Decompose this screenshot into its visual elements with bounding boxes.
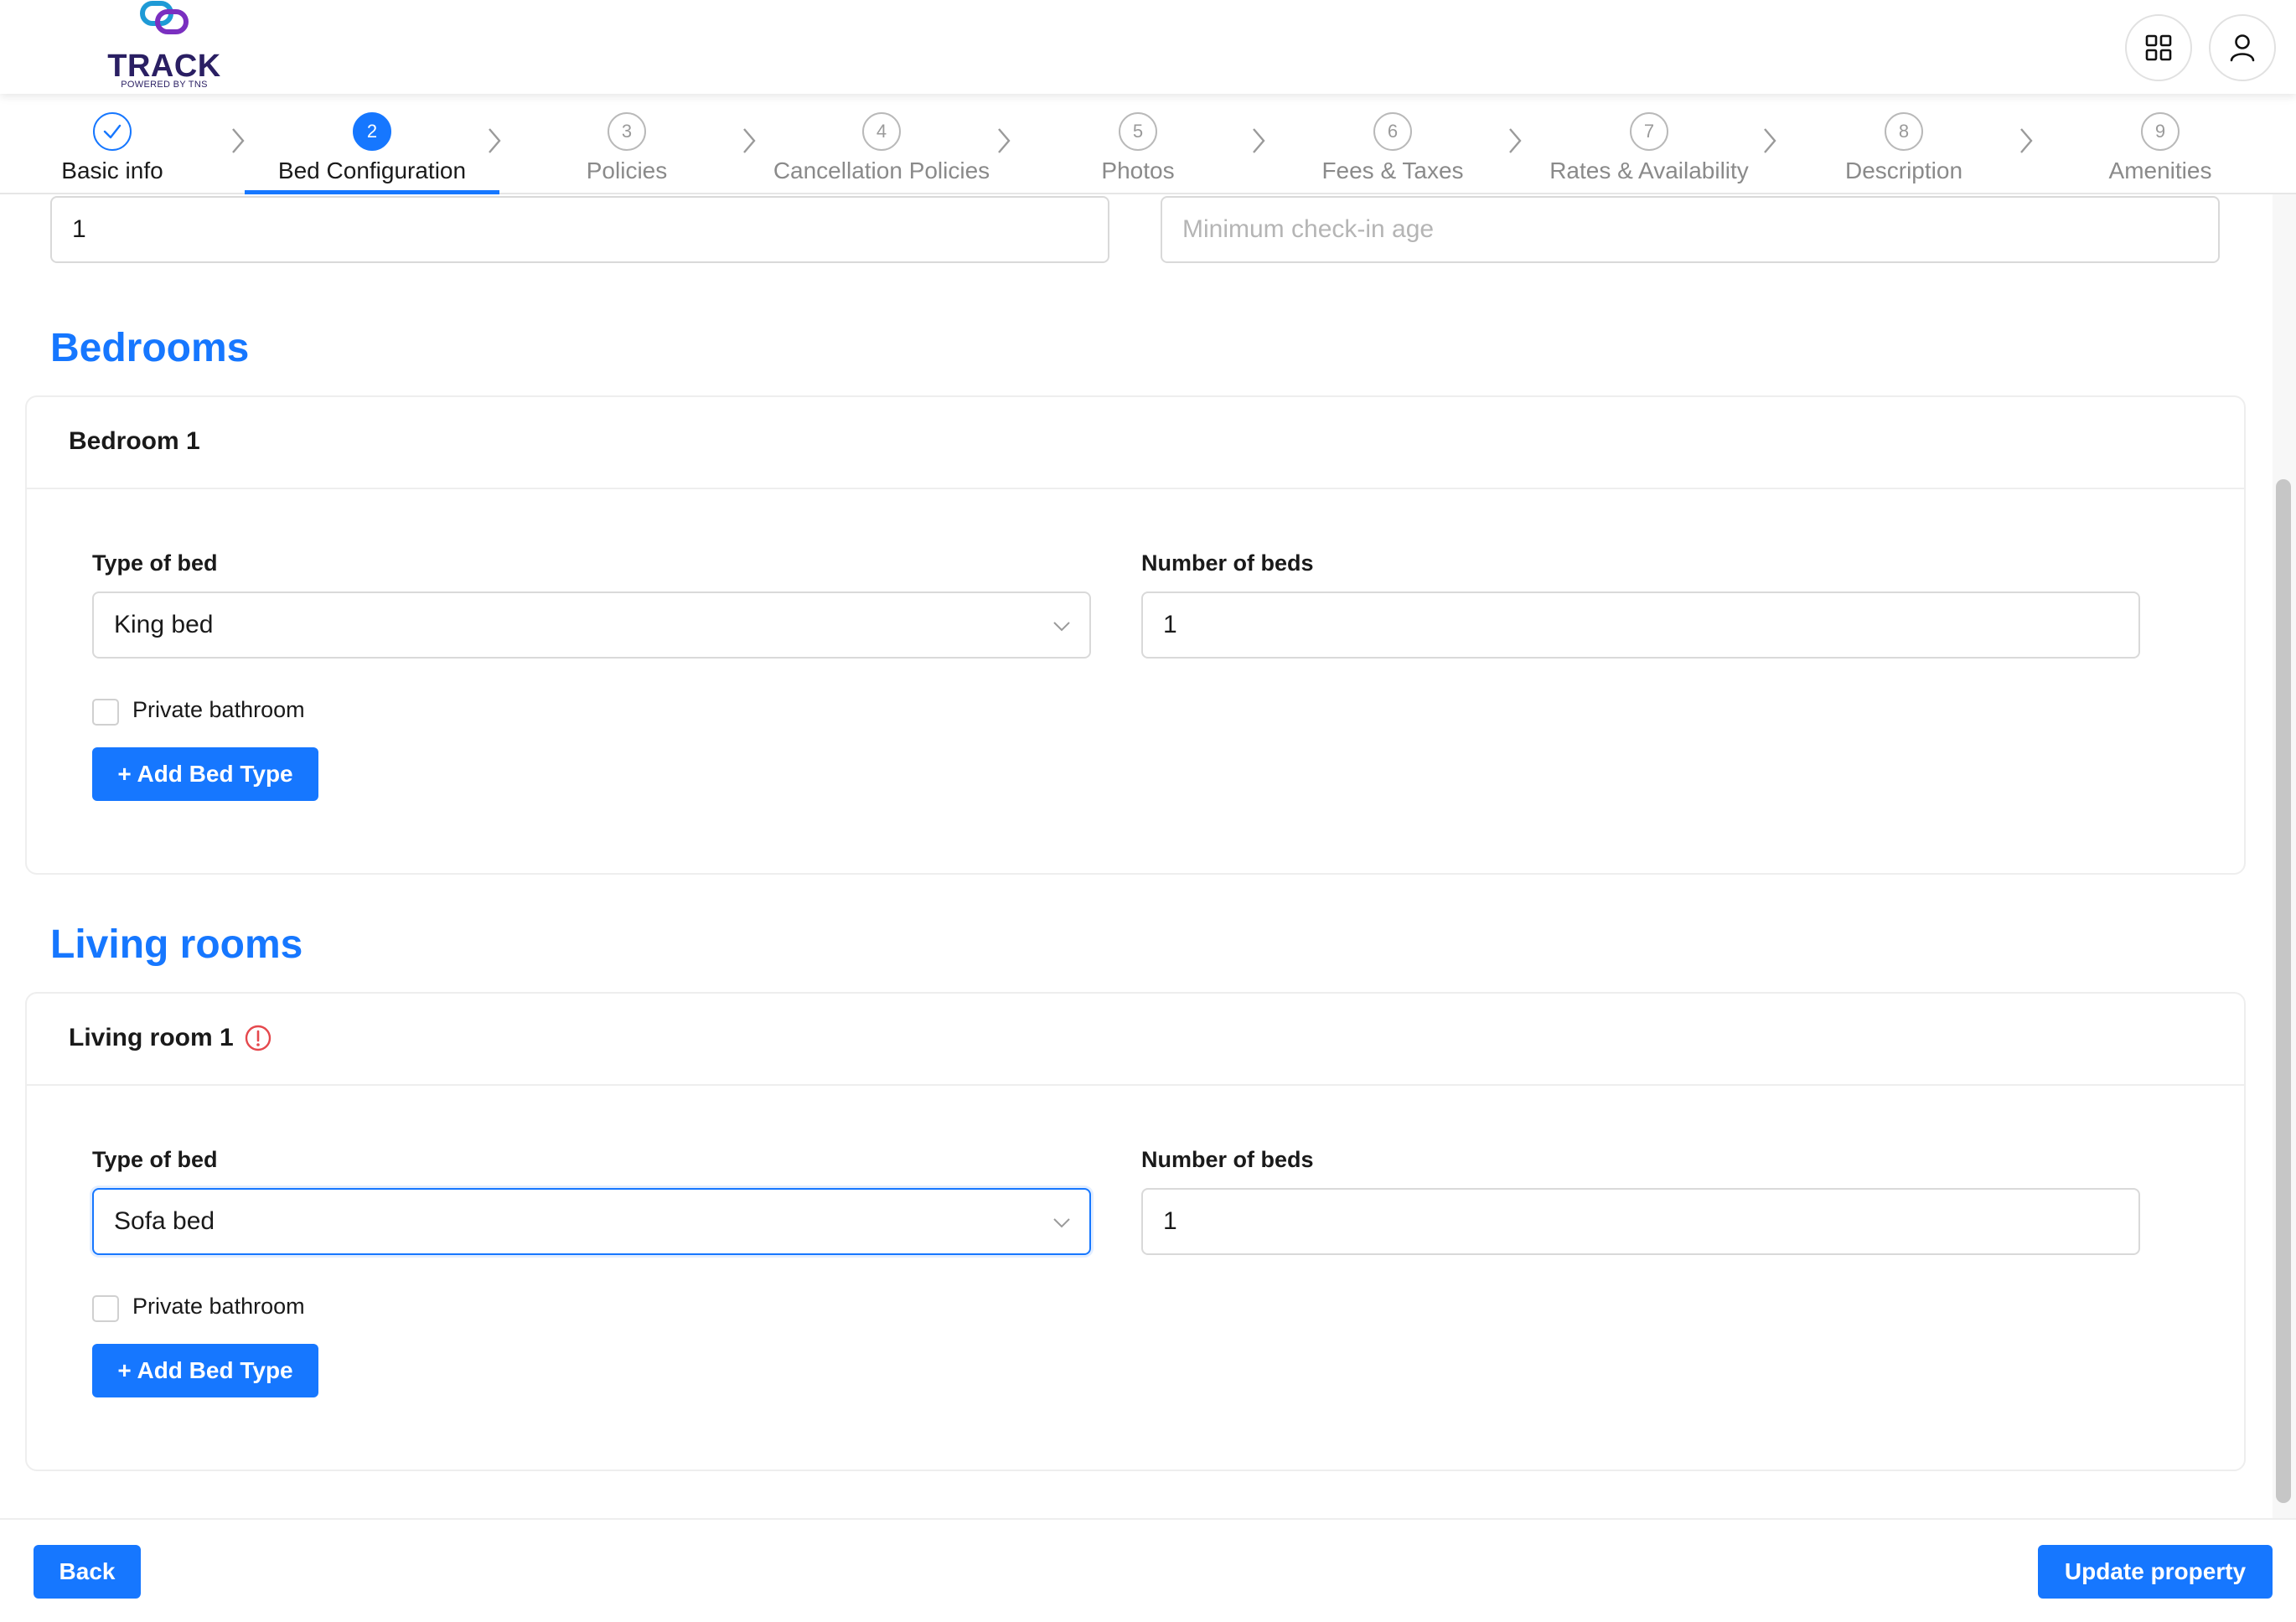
chevron-right-icon: [998, 128, 1011, 153]
step-number: 4: [862, 112, 901, 151]
chevron-right-icon: [489, 128, 501, 153]
step-number: 9: [2141, 112, 2180, 151]
step-rates-availability[interactable]: 7 Rates & Availability: [1522, 111, 1776, 194]
number-of-beds-input[interactable]: 1: [1141, 591, 2140, 659]
step-number: 7: [1630, 112, 1668, 151]
bedroom-title-text: Bedroom 1: [69, 427, 200, 455]
step-number: 6: [1373, 112, 1412, 151]
card-header: Bedroom 1: [27, 397, 2244, 489]
back-button[interactable]: Back: [34, 1545, 141, 1599]
chevron-right-icon: [1764, 128, 1776, 153]
step-label: Description: [1844, 158, 1963, 183]
number-of-beds-label: Number of beds: [1141, 550, 1314, 576]
step-cancellation-policies[interactable]: 4 Cancellation Policies: [754, 111, 1009, 194]
user-menu-button[interactable]: [2209, 14, 2276, 81]
step-bed-configuration[interactable]: 2 Bed Configuration: [245, 111, 499, 194]
private-bathroom-label[interactable]: Private bathroom: [132, 1294, 305, 1320]
exclamation-circle-icon[interactable]: [244, 1024, 272, 1052]
add-bed-type-button[interactable]: + Add Bed Type: [92, 747, 318, 801]
step-label: Fees & Taxes: [1321, 158, 1464, 183]
app-header: TRACK POWERED BY TNS: [0, 0, 2296, 94]
private-bathroom-checkbox[interactable]: [92, 699, 119, 726]
user-icon: [2230, 34, 2255, 62]
step-label: Basic info: [61, 158, 163, 183]
type-of-bed-label: Type of bed: [92, 550, 218, 576]
step-label: Rates & Availability: [1549, 158, 1749, 183]
grid-icon: [2145, 34, 2172, 61]
bedroom-card: Bedroom 1 Type of bed King bed Number of…: [25, 395, 2246, 875]
step-description[interactable]: 8 Description: [1776, 111, 2031, 194]
logo-mark-icon: [140, 1, 189, 34]
chevron-right-icon: [743, 128, 756, 153]
card-header: Living room 1: [27, 994, 2244, 1086]
step-basic-info[interactable]: Basic info: [0, 111, 240, 194]
living-room-title-text: Living room 1: [69, 1024, 234, 1051]
logo-subtext: POWERED BY TNS: [121, 80, 208, 90]
selected-bed-type: Sofa bed: [114, 1207, 215, 1235]
private-bathroom-checkbox[interactable]: [92, 1295, 119, 1322]
chevron-right-icon: [2020, 128, 2033, 153]
step-label: Policies: [586, 158, 668, 183]
minimum-check-in-age-field[interactable]: Minimum check-in age: [1161, 196, 2220, 263]
selected-bed-type: King bed: [114, 611, 214, 638]
chevron-down-icon: [1053, 622, 1070, 632]
type-of-bed-select[interactable]: King bed: [92, 591, 1091, 659]
update-property-button[interactable]: Update property: [2038, 1545, 2273, 1599]
step-label: Amenities: [2108, 158, 2212, 183]
number-of-beds-label: Number of beds: [1141, 1147, 1314, 1172]
step-amenities[interactable]: 9 Amenities: [2033, 111, 2288, 194]
step-number: 2: [353, 112, 391, 151]
step-photos[interactable]: 5 Photos: [1011, 111, 1265, 194]
living-room-card: Living room 1 Type of bed Sofa bed Numbe…: [25, 992, 2246, 1471]
track-logo[interactable]: TRACK POWERED BY TNS: [106, 0, 223, 94]
active-step-underline: [245, 190, 499, 194]
step-label: Cancellation Policies: [773, 158, 990, 183]
form-content[interactable]: 1 Minimum check-in age Bedrooms Bedroom …: [0, 194, 2296, 1518]
step-check-icon: [93, 112, 132, 151]
progress-stepper: Basic info 2 Bed Configuration 3 Policie…: [0, 94, 2296, 194]
bedrooms-section-title: Bedrooms: [50, 326, 250, 370]
step-fees-taxes[interactable]: 6 Fees & Taxes: [1265, 111, 1520, 194]
type-of-bed-select[interactable]: Sofa bed: [92, 1188, 1091, 1255]
chevron-down-icon: [1053, 1218, 1070, 1228]
living-room-title: Living room 1: [69, 1024, 272, 1052]
step-label: Bed Configuration: [277, 158, 467, 183]
step-number: 8: [1885, 112, 1923, 151]
step-number: 3: [608, 112, 646, 151]
step-policies[interactable]: 3 Policies: [499, 111, 754, 194]
step-label: Photos: [1101, 158, 1175, 183]
number-of-beds-input[interactable]: 1: [1141, 1188, 2140, 1255]
guests-count-field[interactable]: 1: [50, 196, 1109, 263]
type-of-bed-label: Type of bed: [92, 1147, 218, 1172]
step-number: 5: [1119, 112, 1157, 151]
apps-button[interactable]: [2125, 14, 2192, 81]
chevron-right-icon: [1253, 128, 1265, 153]
scrollbar-thumb[interactable]: [2276, 479, 2291, 1503]
form-footer: Back Update property: [0, 1518, 2296, 1622]
bedroom-title: Bedroom 1: [69, 427, 200, 456]
living-rooms-section-title: Living rooms: [50, 922, 303, 967]
private-bathroom-label[interactable]: Private bathroom: [132, 697, 305, 723]
add-bed-type-button[interactable]: + Add Bed Type: [92, 1344, 318, 1397]
chevron-right-icon: [232, 128, 245, 153]
chevron-right-icon: [1509, 128, 1522, 153]
